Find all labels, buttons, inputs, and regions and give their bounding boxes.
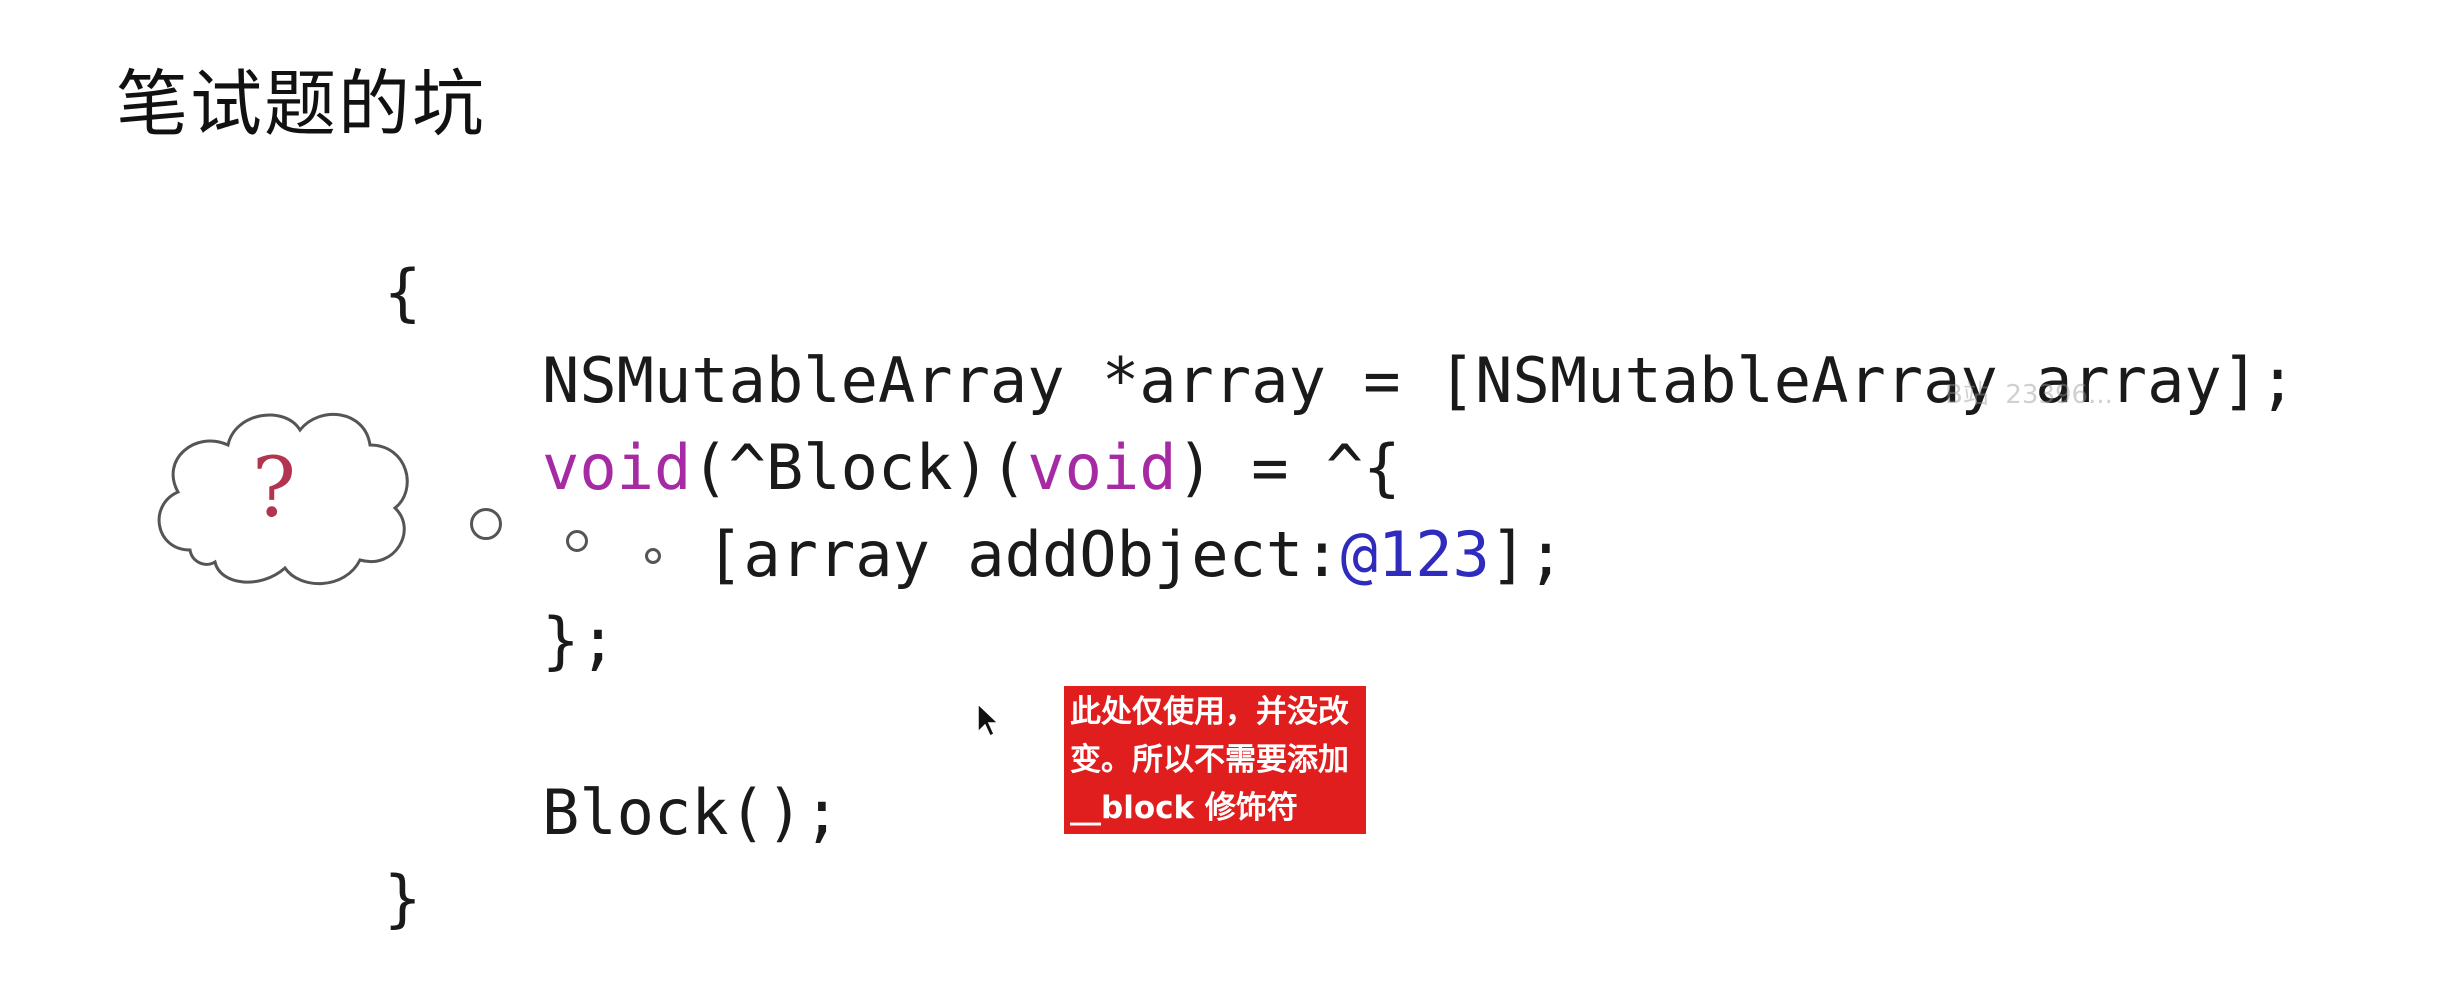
code-line-4: }; <box>542 604 617 677</box>
watermark: B站 23396... <box>1945 380 2113 410</box>
code-line-3: [array addObject:@123]; <box>706 524 1565 586</box>
keyword-void: void <box>1027 431 1177 504</box>
keyword-void: void <box>542 431 692 504</box>
question-mark: ? <box>252 441 296 536</box>
slide-title: 笔试题的坑 <box>116 62 487 146</box>
code-line-2: void(^Block)(void) = ^{ <box>542 437 1401 499</box>
code-open-brace: { <box>384 256 422 329</box>
code-line-2-end: ) = ^{ <box>1176 431 1401 504</box>
code-line-3-pre: [array addObject: <box>706 518 1341 591</box>
slide: 笔试题的坑 ? { NSMutableArray *array = [NSMut… <box>0 0 2442 992</box>
thought-bubble-small <box>645 548 661 564</box>
code-close-brace: } <box>384 862 422 935</box>
code-line-2-mid: (^Block)( <box>691 431 1028 504</box>
code-line-5: Block(); <box>542 776 841 849</box>
literal-number: @123 <box>1340 518 1490 591</box>
mouse-cursor-icon <box>977 702 1000 738</box>
code-line-3-end: ]; <box>1489 518 1565 591</box>
thought-bubble-large <box>470 508 502 540</box>
annotation-note: 此处仅使用，并没改变。所以不需要添加__block 修饰符 <box>1064 686 1366 834</box>
thought-bubble-medium <box>566 530 588 552</box>
